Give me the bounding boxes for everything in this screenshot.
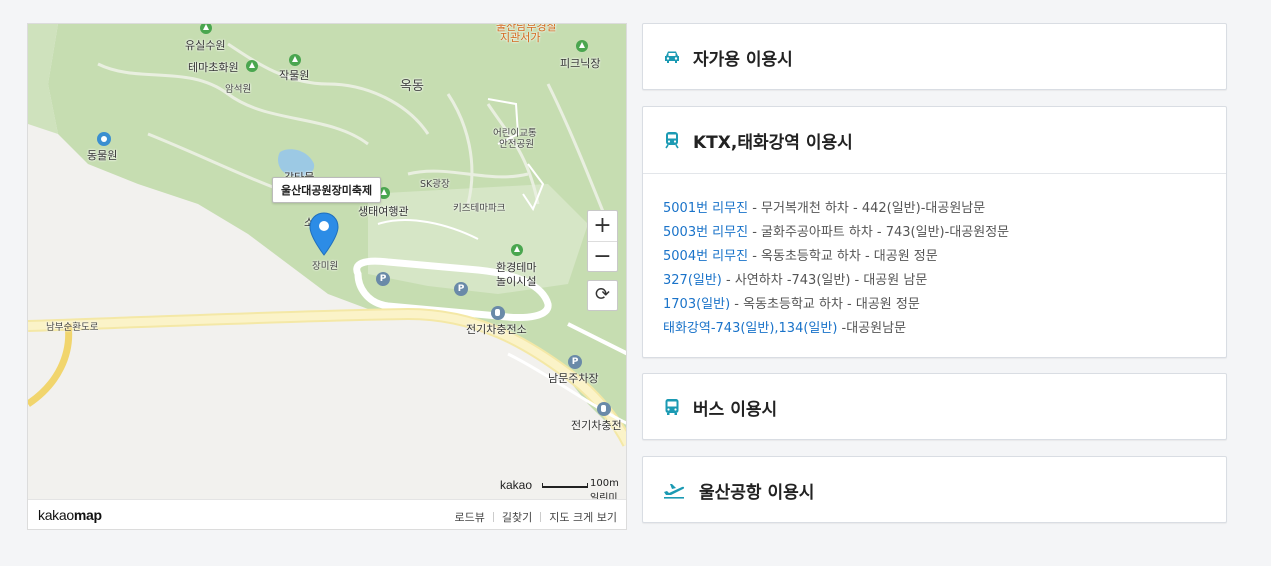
route-detail: - 굴화주공아파트 하차 - 743(일반)-대공원정문 (748, 225, 1010, 240)
logo-light: kakao (38, 507, 74, 523)
route-name[interactable]: 태화강역-743(일반),134(일반) (663, 321, 837, 336)
map-label-jigwanseoga: 지관서가 (500, 31, 541, 44)
bus-icon (665, 399, 679, 415)
divider (492, 512, 494, 522)
route-item: 태화강역-743(일반),134(일반) -대공원남문 (663, 317, 1206, 341)
scale-brand: kakao (500, 478, 533, 492)
map-label-nambu-road: 남부순환도로 (46, 322, 99, 333)
map-label-kids-theme: 키즈테마파크 (453, 203, 506, 214)
panel-bus: 버스 이용시 (642, 373, 1227, 440)
map-label-ev-charge-2: 전기차충전 (571, 419, 622, 432)
route-name[interactable]: 5004번 리무진 (663, 249, 748, 264)
route-name[interactable]: 5001번 리무진 (663, 201, 748, 216)
location-pin-icon[interactable] (309, 212, 339, 256)
zoo-icon (97, 132, 111, 146)
map-label-sk-plaza: SK광장 (420, 179, 450, 190)
panel-car-title: 자가용 이용시 (693, 49, 793, 70)
zoom-out-button[interactable]: − (588, 241, 617, 271)
ev-charger-icon (491, 306, 505, 320)
tree-icon (576, 40, 588, 52)
map-widget[interactable]: 유실수원 테마초화원 암석원 작물원 옥동 울산남부경찰 지관서가 피크닉장 동… (27, 23, 627, 530)
route-detail: - 옥동초등학교 하차 - 대공원 정문 (748, 249, 938, 264)
route-detail: - 옥동초등학교 하차 - 대공원 정문 (730, 297, 920, 312)
tree-icon (246, 60, 258, 72)
panel-ktx: KTX,태화강역 이용시 5001번 리무진 - 무거복개천 하차 - 442(… (642, 106, 1227, 358)
route-detail: - 사연하차 -743(일반) - 대공원 남문 (721, 273, 928, 288)
parking-icon: P (376, 272, 390, 286)
map-label-amseok: 암석원 (225, 84, 252, 95)
map-label-picnic: 피크닉장 (560, 57, 601, 70)
car-icon (665, 51, 679, 63)
scale-bar (542, 483, 588, 488)
route-name[interactable]: 327(일반) (663, 273, 722, 288)
map-label-children-traffic-2: 안전공원 (499, 139, 534, 150)
route-item: 1703(일반) - 옥동초등학교 하차 - 대공원 정문 (663, 293, 1206, 317)
panel-ktx-title: KTX,태화강역 이용시 (693, 132, 853, 153)
view-larger-map-link[interactable]: 지도 크게 보기 (549, 509, 617, 525)
map-canvas[interactable]: 유실수원 테마초화원 암석원 작물원 옥동 울산남부경찰 지관서가 피크닉장 동… (28, 24, 626, 504)
train-icon (665, 132, 679, 149)
map-label-ev-charge-1: 전기차충전소 (466, 323, 527, 336)
zoom-in-button[interactable]: + (588, 211, 617, 241)
route-item: 5004번 리무진 - 옥동초등학교 하차 - 대공원 정문 (663, 245, 1206, 269)
route-item: 5003번 리무진 - 굴화주공아파트 하차 - 743(일반)-대공원정문 (663, 221, 1206, 245)
panel-bus-header[interactable]: 버스 이용시 (643, 374, 1226, 440)
route-detail: -대공원남문 (837, 321, 907, 336)
map-label-zoo: 동물원 (87, 149, 118, 162)
route-name[interactable]: 1703(일반) (663, 297, 730, 312)
map-label-tema-flower: 테마초화원 (188, 61, 239, 74)
divider (540, 512, 542, 522)
panel-car: 자가용 이용시 (642, 23, 1227, 90)
panel-bus-title: 버스 이용시 (693, 399, 778, 420)
zoom-control: + − (587, 210, 618, 272)
directions-link[interactable]: 길찾기 (502, 509, 532, 525)
map-label-south-parking: 남문주차장 (548, 372, 599, 385)
scale-value: 100m (590, 478, 619, 489)
ev-charger-icon (597, 402, 611, 416)
marker-tooltip[interactable]: 울산대공원장미축제 (272, 177, 382, 203)
logo-bold: map (73, 507, 102, 523)
map-label-yusil: 유실수원 (185, 39, 226, 52)
map-footer: kakaomap 로드뷰 길찾기 지도 크게 보기 (28, 499, 626, 529)
map-footer-links: 로드뷰 길찾기 지도 크게 보기 (455, 509, 617, 525)
map-label-rose-garden: 장미원 (312, 261, 339, 272)
panel-airport-title: 울산공항 이용시 (699, 482, 815, 503)
panel-ktx-body: 5001번 리무진 - 무거복개천 하차 - 442(일반)-대공원남문 500… (643, 173, 1226, 358)
kakao-map-logo[interactable]: kakaomap (38, 507, 102, 523)
tree-icon (511, 244, 523, 256)
route-detail: - 무거복개천 하차 - 442(일반)-대공원남문 (748, 201, 986, 216)
route-name[interactable]: 5003번 리무진 (663, 225, 748, 240)
parking-icon: P (454, 282, 468, 296)
map-label-jakmul: 작물원 (279, 69, 310, 82)
map-label-okdong: 옥동 (400, 79, 424, 94)
parking-icon: P (568, 355, 582, 369)
panel-ktx-header[interactable]: KTX,태화강역 이용시 (643, 107, 1226, 173)
route-item: 327(일반) - 사연하차 -743(일반) - 대공원 남문 (663, 269, 1206, 293)
panel-airport: 울산공항 이용시 (642, 456, 1227, 523)
map-label-ecotour: 생태여행관 (358, 205, 409, 218)
panel-car-header[interactable]: 자가용 이용시 (643, 24, 1226, 90)
reset-map-button[interactable]: ⟳ (587, 280, 618, 311)
roadview-link[interactable]: 로드뷰 (455, 509, 485, 525)
route-item: 5001번 리무진 - 무거복개천 하차 - 442(일반)-대공원남문 (663, 197, 1206, 221)
tree-icon (289, 54, 301, 66)
airplane-icon (664, 484, 685, 499)
panel-airport-header[interactable]: 울산공항 이용시 (643, 457, 1226, 523)
map-label-env-theme-2: 놀이시설 (496, 275, 537, 288)
